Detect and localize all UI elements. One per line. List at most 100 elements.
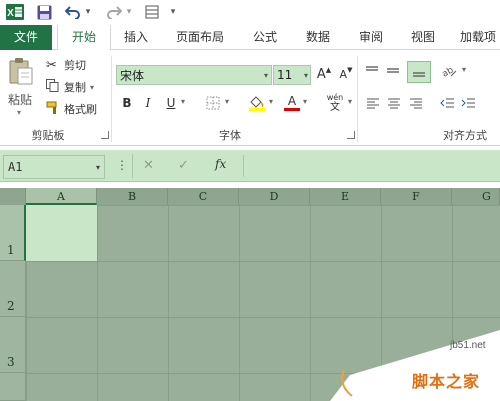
- font-color-button[interactable]: A: [282, 93, 302, 113]
- formula-bar: A1 ▾ ⋮ ✕ ✓ fx: [0, 150, 500, 182]
- column-header-e[interactable]: E: [310, 188, 381, 205]
- format-painter-label: 格式刷: [64, 103, 97, 116]
- font-size-select[interactable]: 11 ▾: [273, 65, 311, 85]
- undo-dropdown-arrow[interactable]: ▾: [83, 3, 93, 21]
- redo-icon[interactable]: [104, 3, 124, 21]
- customize-dropdown-arrow[interactable]: ▾: [168, 3, 178, 21]
- tab-review[interactable]: 审阅: [348, 25, 394, 50]
- row-header-3[interactable]: 3: [0, 317, 26, 373]
- font-name-select[interactable]: 宋体 ▾: [116, 65, 272, 85]
- fill-color-icon[interactable]: [247, 93, 267, 113]
- increase-indent-icon[interactable]: [461, 95, 477, 111]
- cancel-entry-icon[interactable]: ✕: [143, 158, 154, 173]
- underline-dropdown-arrow[interactable]: ▾: [181, 97, 185, 106]
- borders-dropdown-arrow[interactable]: ▾: [225, 97, 229, 106]
- grow-font-letter: A: [316, 66, 326, 82]
- quick-access-toolbar: X ▾ ▾ ▾: [0, 0, 500, 25]
- ribbon-home: 粘贴 ▾ ✂ 剪切 复制 ▾ 格式刷 宋体 ▾ 11 ▾ A ▲ A ▼ B I…: [0, 50, 500, 146]
- row-header-1[interactable]: 1: [0, 205, 26, 261]
- copy-icon: [46, 79, 62, 95]
- excel-app-icon[interactable]: X: [4, 3, 26, 21]
- scissors-icon: ✂: [46, 57, 57, 73]
- tab-add-ins[interactable]: 加载项: [454, 25, 500, 50]
- column-header-f[interactable]: F: [381, 188, 452, 205]
- excel-app-icon-letter: X: [7, 8, 14, 19]
- tab-page-layout[interactable]: 页面布局: [168, 25, 232, 50]
- name-box[interactable]: A1 ▾: [3, 155, 105, 179]
- column-header-c[interactable]: C: [168, 188, 239, 205]
- tab-formulas[interactable]: 公式: [242, 25, 288, 50]
- undo-icon[interactable]: [63, 3, 83, 21]
- bold-button[interactable]: B: [120, 95, 134, 111]
- font-dialog-launcher-icon[interactable]: [347, 131, 355, 139]
- row-header-3-label: 3: [7, 355, 15, 369]
- formula-input[interactable]: [243, 155, 500, 177]
- grow-font-button[interactable]: A ▲: [315, 65, 333, 83]
- group-separator: [111, 56, 112, 142]
- watermark-url: jb51.net: [450, 340, 486, 351]
- font-color-bar: [284, 108, 300, 111]
- shrink-font-arrow-icon: ▼: [347, 66, 353, 74]
- formula-bar-options-icon[interactable]: ⋮: [116, 158, 128, 172]
- insert-function-icon[interactable]: fx: [215, 157, 226, 171]
- align-right-icon[interactable]: [409, 95, 425, 111]
- phonetic-dropdown-arrow[interactable]: ▾: [348, 97, 352, 106]
- underline-button[interactable]: U: [164, 95, 178, 111]
- paste-dropdown-arrow[interactable]: ▾: [17, 108, 21, 117]
- ribbon-tabs: 文件 开始 插入 页面布局 公式 数据 审阅 视图 加载项: [0, 25, 500, 52]
- phonetic-bottom: 文: [330, 102, 340, 113]
- align-top-icon[interactable]: [365, 63, 383, 79]
- phonetic-guide-button[interactable]: wén 文: [324, 92, 346, 114]
- tab-view[interactable]: 视图: [400, 25, 446, 50]
- alignment-group-label: 对齐方式: [443, 129, 487, 142]
- orientation-dropdown-arrow[interactable]: ▾: [462, 65, 466, 74]
- font-size-dropdown-icon[interactable]: ▾: [304, 71, 310, 80]
- cut-label: 剪切: [64, 59, 86, 72]
- align-left-icon[interactable]: [366, 95, 382, 111]
- paste-icon[interactable]: [6, 57, 36, 85]
- cut-button[interactable]: ✂ 剪切: [46, 57, 86, 73]
- name-box-dropdown-icon[interactable]: ▾: [96, 163, 104, 172]
- decrease-indent-icon[interactable]: [440, 95, 456, 111]
- shrink-font-letter: A: [339, 67, 348, 81]
- tab-file[interactable]: 文件: [0, 25, 52, 50]
- tab-data[interactable]: 数据: [295, 25, 341, 50]
- group-separator-2: [357, 56, 358, 142]
- paintbrush-icon: [46, 101, 62, 118]
- row-header-2-label: 2: [7, 299, 15, 313]
- orientation-icon[interactable]: ab: [441, 63, 461, 79]
- column-header-g[interactable]: G: [452, 188, 500, 205]
- select-all-corner[interactable]: [0, 188, 26, 205]
- fill-color-dropdown-arrow[interactable]: ▾: [269, 97, 273, 106]
- shrink-font-button[interactable]: A ▼: [337, 65, 355, 83]
- format-painter-button[interactable]: 格式刷: [46, 101, 97, 117]
- font-color-dropdown-arrow[interactable]: ▾: [303, 97, 307, 106]
- italic-button[interactable]: I: [141, 95, 155, 111]
- cell-a1[interactable]: [26, 205, 97, 261]
- column-header-b[interactable]: B: [97, 188, 168, 205]
- borders-icon[interactable]: [204, 95, 222, 111]
- save-icon[interactable]: [34, 3, 54, 21]
- align-center-icon[interactable]: [387, 95, 403, 111]
- tab-home[interactable]: 开始: [57, 25, 111, 52]
- copy-label: 复制: [64, 81, 86, 94]
- copy-button[interactable]: 复制 ▾: [46, 79, 94, 95]
- enter-entry-icon[interactable]: ✓: [178, 158, 189, 173]
- customize-toolbar-icon[interactable]: [143, 3, 161, 21]
- row-header-2[interactable]: 2: [0, 261, 26, 317]
- paste-button[interactable]: 粘贴: [8, 91, 32, 108]
- align-bottom-icon[interactable]: [407, 61, 431, 83]
- row-header-1-label: 1: [7, 243, 15, 257]
- clipboard-dialog-launcher-icon[interactable]: [101, 131, 109, 139]
- site-watermark: jb51.net 脚本之家: [330, 330, 500, 401]
- redo-dropdown-arrow[interactable]: ▾: [124, 3, 134, 21]
- column-header-a[interactable]: A: [26, 188, 97, 205]
- align-middle-icon[interactable]: [386, 63, 404, 79]
- tab-insert[interactable]: 插入: [113, 25, 159, 50]
- name-box-value: A1: [8, 160, 23, 174]
- column-header-d[interactable]: D: [239, 188, 310, 205]
- copy-dropdown-arrow[interactable]: ▾: [90, 83, 94, 92]
- font-name-value: 宋体: [120, 68, 145, 83]
- font-name-dropdown-icon[interactable]: ▾: [264, 71, 271, 80]
- row-header-4[interactable]: [0, 373, 26, 401]
